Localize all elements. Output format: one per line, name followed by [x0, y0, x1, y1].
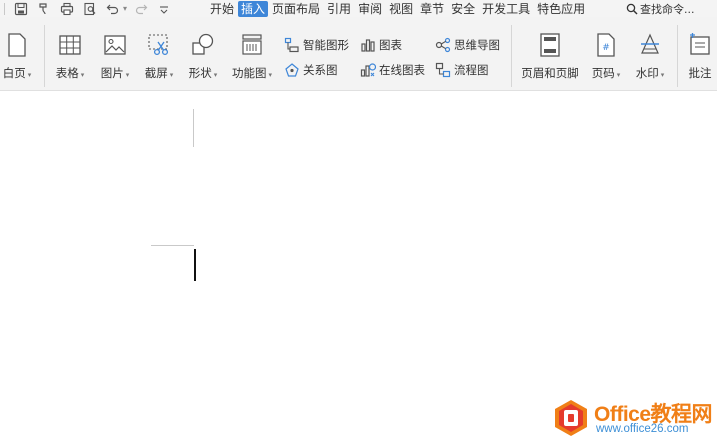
- tab-review[interactable]: 审阅: [355, 1, 385, 17]
- save-icon[interactable]: [13, 2, 29, 16]
- shape-icon: [190, 31, 216, 59]
- ribbon-divider: [511, 25, 512, 87]
- flowchart-label: 流程图: [454, 63, 489, 77]
- chevron-down-icon: ▾: [213, 71, 218, 79]
- watermark-url: www.office26.com: [596, 423, 689, 435]
- chevron-down-icon: ▾: [27, 71, 32, 79]
- chevron-down-icon: ▾: [660, 71, 665, 79]
- text-cursor: [194, 249, 196, 281]
- chevron-down-icon: ▾: [80, 71, 85, 79]
- screenshot-button[interactable]: 截屏 ▾: [140, 17, 178, 91]
- blank-page-label: 白页: [2, 66, 26, 80]
- tab-security[interactable]: 安全: [448, 1, 478, 17]
- screenshot-scissors-icon: [146, 31, 172, 59]
- comment-icon: [687, 31, 713, 59]
- online-chart-label: 在线图表: [379, 63, 425, 77]
- blank-page-button[interactable]: 白页 ▾: [0, 17, 34, 91]
- page-number-icon: #: [593, 31, 619, 59]
- blank-page-icon: [4, 31, 30, 59]
- comment-button[interactable]: 批注: [683, 17, 717, 91]
- quick-access-toolbar: ▾: [4, 0, 179, 17]
- tab-references[interactable]: 引用: [324, 1, 354, 17]
- relation-chart-icon: [285, 63, 299, 77]
- mind-map-label: 思维导图: [454, 38, 500, 52]
- page-number-label: 页码: [591, 66, 615, 80]
- comment-label: 批注: [688, 66, 712, 80]
- tab-developer[interactable]: 开发工具: [479, 1, 533, 17]
- print-icon[interactable]: [59, 2, 75, 16]
- chevron-down-icon: ▾: [169, 71, 174, 79]
- chevron-down-icon: ▾: [268, 71, 272, 79]
- tab-section[interactable]: 章节: [417, 1, 447, 17]
- mind-map-button[interactable]: 思维导图: [435, 35, 500, 55]
- tab-home[interactable]: 开始: [207, 1, 237, 17]
- relation-chart-button[interactable]: 关系图: [284, 60, 338, 80]
- svg-text:#: #: [602, 43, 610, 53]
- picture-label: 图片: [100, 66, 124, 80]
- tab-insert[interactable]: 插入: [238, 0, 269, 17]
- watermark-icon: [637, 31, 663, 59]
- undo-icon[interactable]: [105, 2, 121, 16]
- table-icon: [57, 31, 83, 59]
- relation-chart-label: 关系图: [303, 63, 338, 77]
- screenshot-label: 截屏: [144, 66, 168, 80]
- print-preview-icon[interactable]: [82, 2, 98, 16]
- smart-shape-label: 智能图形: [303, 38, 349, 52]
- office-logo-icon: [555, 400, 587, 436]
- ribbon-insert-panel: 白页 ▾ 表格 ▾ 图片 ▾ 截屏 ▾ 形状 ▾ 功能图 ▾ 智能图形 关系图 …: [0, 17, 717, 91]
- page-number-button[interactable]: # 页码 ▾: [587, 17, 625, 91]
- shape-button[interactable]: 形状 ▾: [184, 17, 222, 91]
- search-label: 查找命令...: [640, 2, 695, 16]
- format-painter-icon[interactable]: [36, 2, 52, 16]
- chevron-down-icon: ▾: [616, 71, 621, 79]
- picture-button[interactable]: 图片 ▾: [96, 17, 134, 91]
- customize-caret-icon[interactable]: [156, 2, 172, 16]
- undo-dropdown-icon[interactable]: ▾: [123, 4, 127, 13]
- table-label: 表格: [55, 66, 79, 80]
- smart-shape-button[interactable]: 智能图形: [284, 35, 349, 55]
- page-margin-marker-horizontal: [151, 245, 194, 246]
- toolbar-divider: [4, 2, 5, 15]
- tab-page-layout[interactable]: 页面布局: [269, 1, 323, 17]
- watermark-button[interactable]: 水印 ▾: [631, 17, 669, 91]
- chart-button[interactable]: 图表: [360, 35, 402, 55]
- page-margin-marker-vertical: [193, 109, 194, 147]
- tab-special-apps[interactable]: 特色应用: [534, 1, 588, 17]
- command-search[interactable]: 查找命令...: [626, 0, 695, 17]
- mind-map-icon: [435, 37, 451, 53]
- function-chart-label: 功能图: [231, 66, 267, 80]
- tab-view[interactable]: 视图: [386, 1, 416, 17]
- flowchart-button[interactable]: 流程图: [435, 60, 489, 80]
- online-chart-button[interactable]: 在线图表: [360, 60, 425, 80]
- header-footer-button[interactable]: 页眉和页脚: [518, 17, 582, 91]
- smart-shape-icon: [284, 37, 299, 53]
- function-chart-button[interactable]: 功能图 ▾: [229, 17, 275, 91]
- ribbon-divider: [677, 25, 678, 87]
- function-chart-icon: [239, 31, 265, 59]
- online-chart-icon: [360, 63, 376, 77]
- header-footer-label: 页眉和页脚: [521, 66, 579, 80]
- ribbon-divider: [44, 25, 45, 87]
- document-canvas[interactable]: [0, 92, 717, 445]
- chart-label: 图表: [379, 38, 402, 52]
- chart-icon: [361, 39, 375, 52]
- header-footer-icon: [537, 31, 563, 59]
- table-button[interactable]: 表格 ▾: [52, 17, 88, 91]
- title-tab-bar: ▾ 开始 插入 页面布局 引用 审阅 视图 章节 安全 开发工具 特色应用 查找…: [0, 0, 717, 17]
- picture-icon: [102, 31, 128, 59]
- chevron-down-icon: ▾: [125, 71, 130, 79]
- watermark-label: 水印: [635, 66, 659, 80]
- ribbon-tabs: 开始 插入 页面布局 引用 审阅 视图 章节 安全 开发工具 特色应用: [207, 0, 589, 17]
- search-icon: [626, 3, 638, 15]
- flowchart-icon: [435, 62, 451, 78]
- redo-icon[interactable]: [133, 2, 149, 16]
- site-watermark: Office教程网 www.office26.com: [552, 397, 717, 441]
- shape-label: 形状: [188, 66, 212, 80]
